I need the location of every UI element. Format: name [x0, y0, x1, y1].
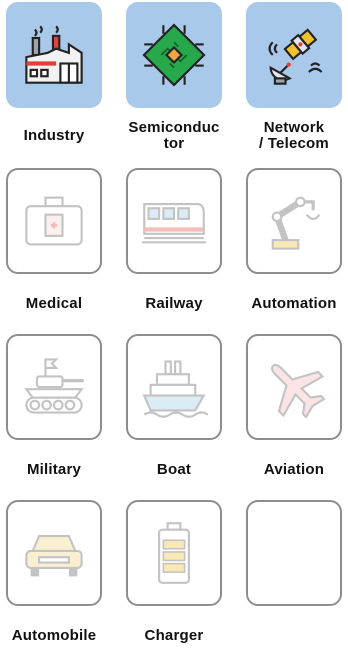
category-tile-empty [246, 500, 342, 606]
category-tile-automation[interactable] [246, 168, 342, 274]
chip-icon [142, 23, 206, 87]
battery-icon [158, 522, 190, 584]
category-tile-boat[interactable] [126, 334, 222, 440]
category-label-semiconductor: Semiconduc tor [128, 119, 220, 152]
airplane-icon [270, 363, 326, 419]
category-label-automation: Automation [251, 295, 337, 312]
satellite-icon [268, 28, 323, 85]
category-tile-charger[interactable] [126, 500, 222, 606]
category-label-industry: Industry [23, 127, 85, 144]
category-label-aviation: Aviation [263, 461, 325, 478]
factory-icon [25, 25, 83, 84]
train-icon [142, 202, 206, 244]
category-tile-industry[interactable] [6, 2, 102, 108]
category-label-medical: Medical [25, 295, 83, 312]
car-icon [25, 534, 83, 577]
category-tile-semiconductor[interactable] [126, 2, 222, 108]
category-label-boat: Boat [156, 461, 192, 478]
category-tile-medical[interactable] [6, 168, 102, 274]
tank-icon [24, 358, 84, 414]
category-tile-automobile[interactable] [6, 500, 102, 606]
ship-icon [142, 360, 208, 418]
category-tile-railway[interactable] [126, 168, 222, 274]
category-label-network-telecom: Network / Telecom [259, 119, 329, 152]
robot-arm-icon [271, 196, 321, 250]
category-tile-network-telecom[interactable] [246, 2, 342, 108]
medical-kit-icon [25, 196, 83, 246]
category-label-military: Military [26, 461, 82, 478]
category-label-automobile: Automobile [11, 627, 97, 644]
category-tile-military[interactable] [6, 334, 102, 440]
category-tile-aviation[interactable] [246, 334, 342, 440]
category-label-railway: Railway [145, 295, 203, 312]
category-label-charger: Charger [144, 627, 204, 644]
